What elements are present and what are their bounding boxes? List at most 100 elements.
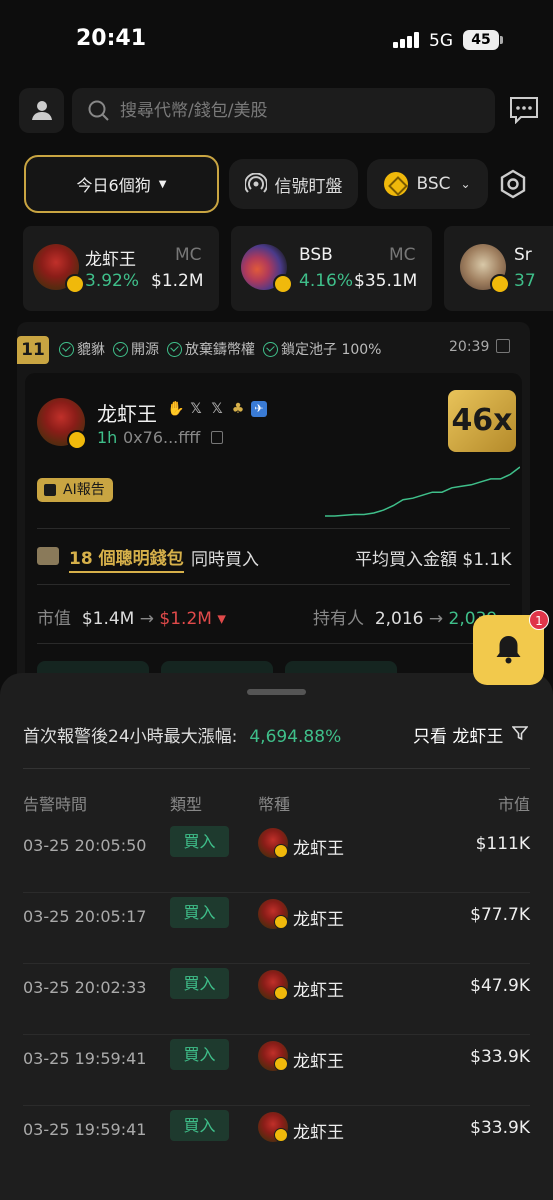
telegram-icon[interactable]: ✈ xyxy=(251,401,267,417)
price-sparkline xyxy=(325,466,520,517)
signal-watch-label: 信號盯盤 xyxy=(274,176,343,197)
header-time: 告警時間 xyxy=(23,795,88,814)
row-mc: $33.9K xyxy=(470,1118,530,1138)
check-item: 貔貅 xyxy=(59,339,105,359)
chat-icon[interactable] xyxy=(509,96,539,124)
max-gain-value: 4,694.88% xyxy=(249,727,342,747)
table-row[interactable]: 03-25 19:59:41 買入 龙虾王 $33.9K xyxy=(0,1035,553,1106)
filter-icon[interactable] xyxy=(512,725,528,741)
copy-icon[interactable] xyxy=(211,431,223,444)
chevron-down-icon: ⌄ xyxy=(460,177,471,191)
bnb-badge-icon xyxy=(274,915,288,929)
only-see-filter[interactable]: 只看 龙虾王 xyxy=(413,722,503,747)
token-change: 4.16% xyxy=(299,271,354,291)
bnb-badge-icon xyxy=(273,274,293,294)
table-row[interactable]: 03-25 20:05:17 買入 龙虾王 $77.7K xyxy=(0,893,553,964)
max-gain: 首次報警後24小時最大漲幅: 4,694.88% xyxy=(23,727,342,747)
signal-watch-button[interactable]: 信號盯盤 xyxy=(229,159,358,209)
bnb-badge-icon xyxy=(65,274,85,294)
alert-time: 20:39 xyxy=(449,339,490,355)
multiplier-badge: 46x xyxy=(448,390,516,452)
header-coin: 幣種 xyxy=(258,795,291,814)
signal-icon xyxy=(393,32,421,48)
check-circle-icon xyxy=(263,341,278,357)
token-name: BSB xyxy=(299,245,333,265)
avg-buy-amount: 平均買入金額 $1.1K xyxy=(355,550,512,570)
header-mc: 市值 xyxy=(497,795,530,814)
token-card[interactable]: 龙虾王 MC 3.92% $1.2M xyxy=(23,226,219,311)
token-card[interactable]: BSB MC 4.16% $35.1M xyxy=(231,226,432,311)
table-row[interactable]: 03-25 20:02:33 買入 龙虾王 $47.9K xyxy=(0,964,553,1035)
token-age: 1h xyxy=(97,428,118,447)
token-name: Sr xyxy=(514,245,532,265)
row-coin: 龙虾王 xyxy=(293,981,344,1001)
search-input[interactable] xyxy=(120,88,480,133)
hand-icon[interactable]: ✋ xyxy=(167,401,184,417)
user-icon xyxy=(32,101,52,120)
today-dogs-dropdown[interactable]: 今日6個狗 ▼ xyxy=(24,155,219,213)
external-link-icon[interactable] xyxy=(496,339,510,353)
smart-wallet-link[interactable]: 18 個聰明錢包 xyxy=(69,544,184,573)
row-type-badge: 買入 xyxy=(170,968,229,999)
row-type-badge: 買入 xyxy=(170,1110,229,1141)
row-coin: 龙虾王 xyxy=(293,1052,344,1072)
security-checks: 貔貅 開源 放棄鑄幣權 鎖定池子 100% xyxy=(59,339,381,359)
x-icon[interactable]: 𝕏 xyxy=(188,401,204,417)
row-coin: 龙虾王 xyxy=(293,1123,344,1143)
alert-number: 11 xyxy=(17,336,49,364)
community-icon[interactable]: ♣ xyxy=(230,401,246,417)
divider xyxy=(37,584,510,585)
bnb-icon xyxy=(384,172,409,196)
row-type-badge: 買入 xyxy=(170,897,229,928)
bnb-badge-icon xyxy=(274,986,288,1000)
bnb-badge-icon xyxy=(274,1057,288,1071)
chain-label: BSC xyxy=(416,174,451,194)
same-time-buy-label: 同時買入 xyxy=(191,550,259,570)
check-item: 開源 xyxy=(113,339,159,359)
row-coin: 龙虾王 xyxy=(293,910,344,930)
check-item: 放棄鑄幣權 xyxy=(167,339,255,359)
market-cap-change: 市值 $1.4M → $1.2M ▾ xyxy=(37,609,226,629)
search-bar[interactable] xyxy=(72,88,495,133)
token-cap: $35.1M xyxy=(354,271,418,291)
table-row[interactable]: 03-25 19:59:41 買入 龙虾王 $33.9K xyxy=(0,1106,553,1177)
divider xyxy=(37,528,510,529)
profile-button[interactable] xyxy=(19,88,64,133)
settings-icon[interactable] xyxy=(497,168,529,200)
row-type-badge: 買入 xyxy=(170,826,229,857)
alert-history-sheet[interactable]: 首次報警後24小時最大漲幅: 4,694.88% 只看 龙虾王 告警時間 類型 幣… xyxy=(0,673,553,1200)
token-cap: $1.2M xyxy=(151,271,204,291)
holders-change: 持有人 2,016 → 2,039 xyxy=(313,609,498,629)
row-time: 03-25 20:05:17 xyxy=(23,907,147,926)
social-links: ✋ 𝕏 𝕏 ♣ ✈ xyxy=(167,401,267,417)
ai-report-button[interactable]: AI報告 xyxy=(37,478,113,502)
bnb-badge-icon xyxy=(274,1128,288,1142)
bnb-badge-icon xyxy=(490,274,510,294)
battery-icon: 45 xyxy=(463,30,503,50)
row-mc: $111K xyxy=(475,834,530,854)
token-change: 37 xyxy=(514,271,536,291)
x-icon[interactable]: 𝕏 xyxy=(209,401,225,417)
arrow-down-icon: ▾ xyxy=(217,609,226,629)
check-circle-icon xyxy=(59,341,74,357)
row-mc: $77.7K xyxy=(470,905,530,925)
check-circle-icon xyxy=(113,341,128,357)
bnb-badge-icon xyxy=(67,430,87,450)
sheet-grabber[interactable] xyxy=(247,689,306,695)
mc-label: MC xyxy=(389,245,416,265)
bnb-badge-icon xyxy=(274,844,288,858)
check-item: 鎖定池子 100% xyxy=(263,339,381,359)
token-detail-card[interactable]: 龙虾王 ✋ 𝕏 𝕏 ♣ ✈ 1h 0x76...ffff 46x AI報告 18… xyxy=(25,373,522,713)
status-bar: 20:41 5G 45 xyxy=(0,0,553,80)
token-card[interactable]: Sr 37 xyxy=(444,226,553,311)
chain-selector[interactable]: BSC ⌄ xyxy=(367,159,488,209)
alert-card[interactable]: 11 貔貅 開源 放棄鑄幣權 鎖定池子 100% 20:39 龙虾王 ✋ 𝕏 𝕏… xyxy=(17,322,530,722)
token-name: 龙虾王 xyxy=(97,402,157,426)
token-change: 3.92% xyxy=(85,271,140,291)
table-row[interactable]: 03-25 20:05:50 買入 龙虾王 $111K xyxy=(0,822,553,893)
header-type: 類型 xyxy=(170,795,203,814)
row-type-badge: 買入 xyxy=(170,1039,229,1070)
status-time: 20:41 xyxy=(76,26,147,51)
notification-count-badge: 1 xyxy=(529,610,549,630)
network-type: 5G xyxy=(429,31,453,51)
